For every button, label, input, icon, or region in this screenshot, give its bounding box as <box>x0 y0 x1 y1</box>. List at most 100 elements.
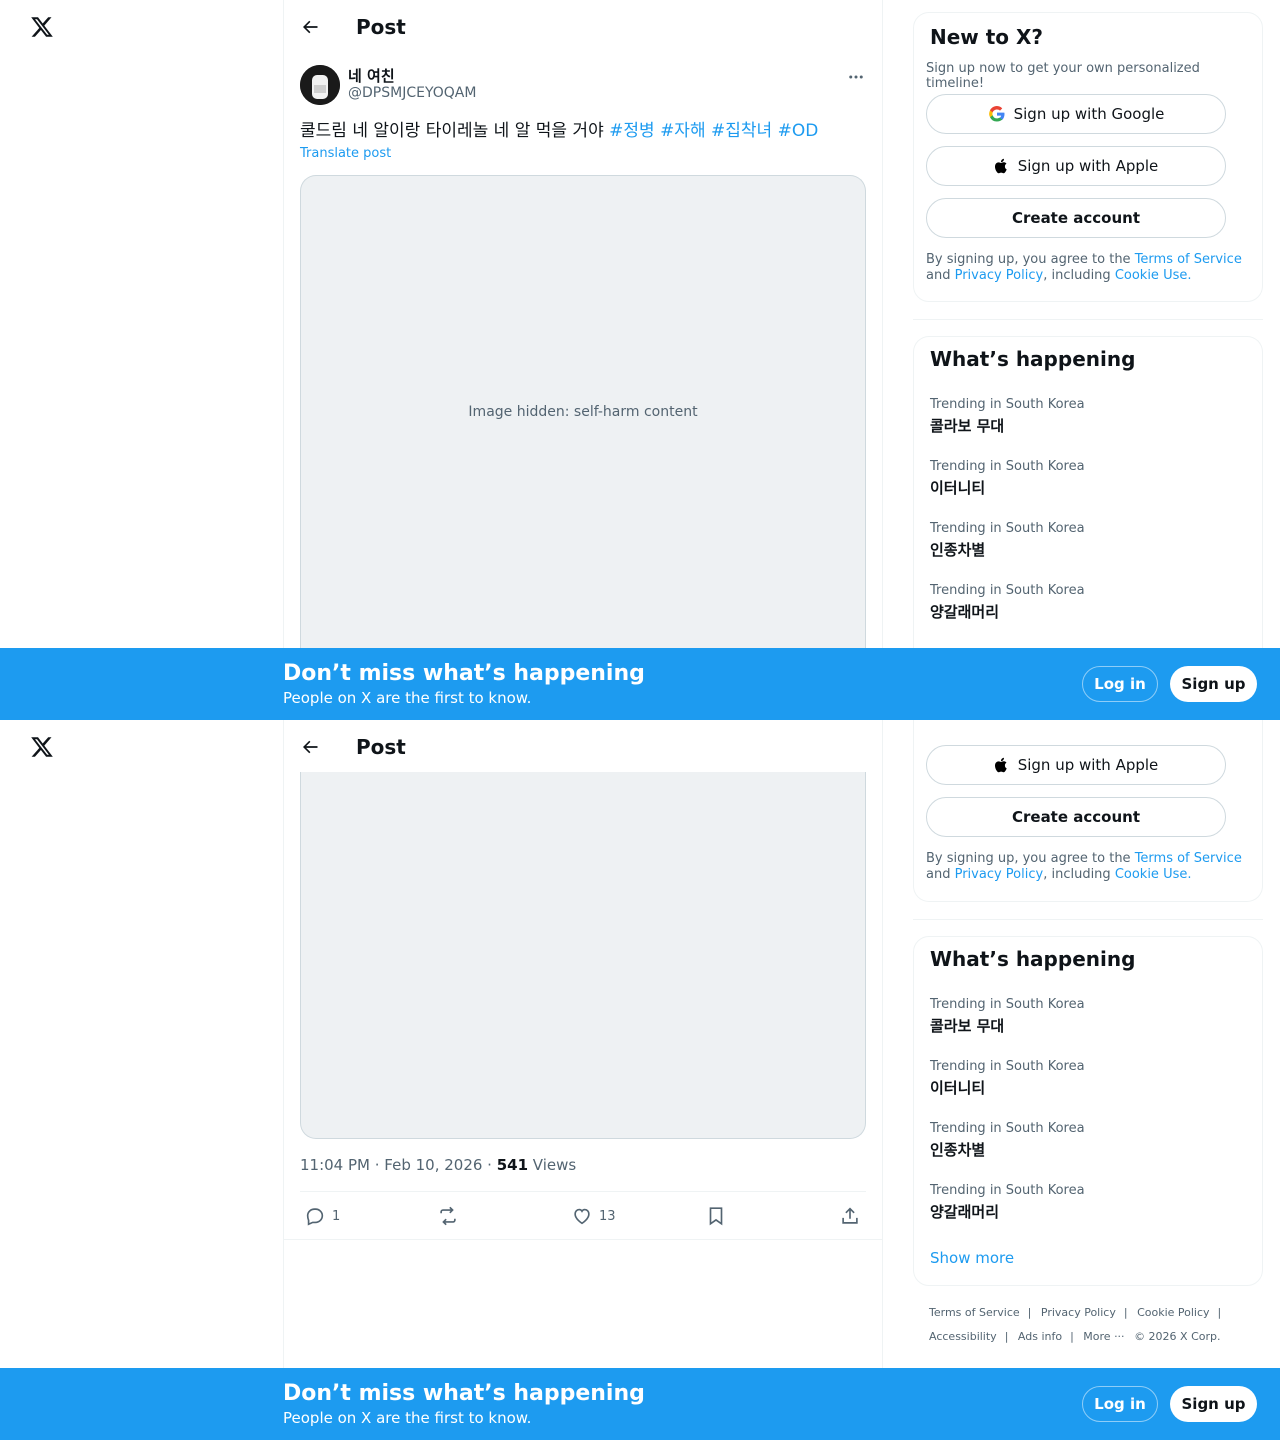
signup-banner: Don’t miss what’s happening People on X … <box>0 1368 1280 1440</box>
post-header: Post <box>284 0 882 53</box>
translate-post-link[interactable]: Translate post <box>300 146 391 161</box>
banner-headline: Don’t miss what’s happening <box>283 661 645 686</box>
login-button[interactable]: Log in <box>1082 1386 1158 1422</box>
signup-button[interactable]: Sign up <box>1170 1386 1257 1422</box>
like-button[interactable]: 13 <box>571 1193 616 1239</box>
hashtag-link[interactable]: #정병 <box>609 121 655 141</box>
post-header: Post <box>284 720 882 773</box>
heart-icon <box>574 1208 590 1225</box>
trend-item[interactable]: Trending in South Korea 인종차별 <box>930 1121 1085 1160</box>
post-meta: 11:04 PM · Feb 10, 2026 · 541 Views <box>300 1156 576 1174</box>
trend-context: Trending in South Korea <box>930 583 1085 598</box>
hashtag-link[interactable]: #집착녀 <box>711 121 772 141</box>
privacy-link[interactable]: Privacy Policy <box>955 268 1044 283</box>
terms-including: , including <box>1043 867 1115 882</box>
apple-signup-label: Sign up with Apple <box>1017 157 1159 175</box>
banner-subtext: People on X are the first to know. <box>283 1409 532 1427</box>
page-title: Post <box>356 734 406 759</box>
arrow-left-icon <box>303 20 318 33</box>
apple-signup-button[interactable]: Sign up with Apple <box>926 146 1226 186</box>
more-options-button[interactable] <box>846 67 866 87</box>
apple-signup-button[interactable]: Sign up with Apple <box>926 745 1226 785</box>
create-account-button[interactable]: Create account <box>926 198 1226 238</box>
divider <box>913 319 1263 320</box>
back-button[interactable] <box>292 729 328 765</box>
trends-card: What’s happening Trending in South Korea… <box>913 936 1263 1286</box>
trend-name: 인종차별 <box>930 1141 986 1159</box>
post-author: 네 여친 @DPSMJCEYOQAM <box>300 64 866 106</box>
trend-name: 양갈래머리 <box>930 1203 1000 1221</box>
footer-privacy-link[interactable]: Privacy Policy <box>1041 1306 1116 1319</box>
footer-cookie-link[interactable]: Cookie Policy <box>1137 1306 1209 1319</box>
footer-terms-link[interactable]: Terms of Service <box>929 1306 1020 1319</box>
cookie-link[interactable]: Cookie Use. <box>1115 867 1192 882</box>
trend-name: 인종차별 <box>930 541 986 559</box>
hashtag-link[interactable]: #자해 <box>660 121 706 141</box>
google-icon <box>988 106 1005 122</box>
signup-banner: Don’t miss what’s happening People on X … <box>0 648 1280 720</box>
trend-context: Trending in South Korea <box>930 997 1085 1012</box>
trend-name: 이터니티 <box>930 1079 986 1097</box>
create-account-button[interactable]: Create account <box>926 797 1226 837</box>
footer-links: Accessibility | Ads info | More ··· © 2026… <box>929 1330 1221 1343</box>
media-notice: Image hidden: self-harm content <box>468 404 698 420</box>
author-name[interactable]: 네 여친 <box>348 65 395 86</box>
back-button[interactable] <box>292 9 328 45</box>
apple-icon <box>994 757 1007 773</box>
reply-button[interactable]: 1 <box>304 1193 340 1239</box>
trend-item[interactable]: Trending in South Korea 양갈래머리 <box>930 583 1085 622</box>
apple-signup-label: Sign up with Apple <box>1017 756 1159 774</box>
privacy-link[interactable]: Privacy Policy <box>955 867 1044 882</box>
terms-link[interactable]: Terms of Service <box>1135 851 1242 866</box>
trends-title: What’s happening <box>930 947 1136 971</box>
trend-name: 콜라보 무대 <box>930 417 1005 435</box>
post-timestamp[interactable]: 11:04 PM · Feb 10, 2026 · <box>300 1156 497 1174</box>
x-logo-icon[interactable] <box>29 15 55 39</box>
trends-title: What’s happening <box>930 347 1136 371</box>
footer-accessibility-link[interactable]: Accessibility <box>929 1330 997 1343</box>
apple-icon <box>994 158 1007 174</box>
trend-item[interactable]: Trending in South Korea 콜라보 무대 <box>930 997 1085 1036</box>
more-horizontal-icon <box>849 75 863 79</box>
trend-item[interactable]: Trending in South Korea 인종차별 <box>930 521 1085 560</box>
post-text: 쿨드림 네 알이랑 타이레놀 네 알 먹을 거야 #정병 #자해 #집착녀 #O… <box>300 118 866 144</box>
login-button[interactable]: Log in <box>1082 666 1158 702</box>
author-handle[interactable]: @DPSMJCEYOQAM <box>348 85 476 101</box>
trend-context: Trending in South Korea <box>930 397 1085 412</box>
share-button[interactable] <box>839 1193 861 1239</box>
bookmark-button[interactable] <box>705 1193 727 1239</box>
share-icon <box>842 1207 858 1224</box>
trend-item[interactable]: Trending in South Korea 이터니티 <box>930 459 1085 498</box>
signup-terms: By signing up, you agree to the Terms of… <box>926 252 1256 284</box>
post-body: 쿨드림 네 알이랑 타이레놀 네 알 먹을 거야 <box>300 121 604 141</box>
google-signup-button[interactable]: Sign up with Google <box>926 94 1226 134</box>
terms-and: and <box>926 867 955 882</box>
trend-context: Trending in South Korea <box>930 1183 1085 1198</box>
show-more-link[interactable]: Show more <box>930 1249 1014 1267</box>
trend-item[interactable]: Trending in South Korea 콜라보 무대 <box>930 397 1085 436</box>
banner-subtext: People on X are the first to know. <box>283 689 532 707</box>
divider <box>913 919 1263 920</box>
footer-ads-link[interactable]: Ads info <box>1018 1330 1062 1343</box>
footer-copyright: © 2026 X Corp. <box>1134 1330 1221 1343</box>
trend-name: 콜라보 무대 <box>930 1017 1005 1035</box>
avatar[interactable] <box>300 65 340 105</box>
signup-card: New to X? Sign up now to get your own pe… <box>913 12 1263 302</box>
divider <box>300 1191 866 1192</box>
trend-item[interactable]: Trending in South Korea 양갈래머리 <box>930 1183 1085 1222</box>
terms-prefix: By signing up, you agree to the <box>926 252 1135 267</box>
google-signup-label: Sign up with Google <box>1013 105 1165 123</box>
signup-terms: By signing up, you agree to the Terms of… <box>926 851 1256 883</box>
footer-more-link[interactable]: More ··· <box>1083 1330 1124 1343</box>
x-logo-icon[interactable] <box>29 735 55 759</box>
repost-button[interactable] <box>437 1193 459 1239</box>
hashtag-link[interactable]: #OD <box>778 121 819 141</box>
views-count: 541 <box>496 1156 529 1174</box>
trend-context: Trending in South Korea <box>930 459 1085 474</box>
trend-item[interactable]: Trending in South Korea 이터니티 <box>930 1059 1085 1098</box>
repost-icon <box>440 1206 456 1226</box>
cookie-link[interactable]: Cookie Use. <box>1115 268 1192 283</box>
signup-button[interactable]: Sign up <box>1170 666 1257 702</box>
signup-card: Sign up with Apple Create account By sig… <box>913 720 1263 902</box>
terms-link[interactable]: Terms of Service <box>1135 252 1242 267</box>
